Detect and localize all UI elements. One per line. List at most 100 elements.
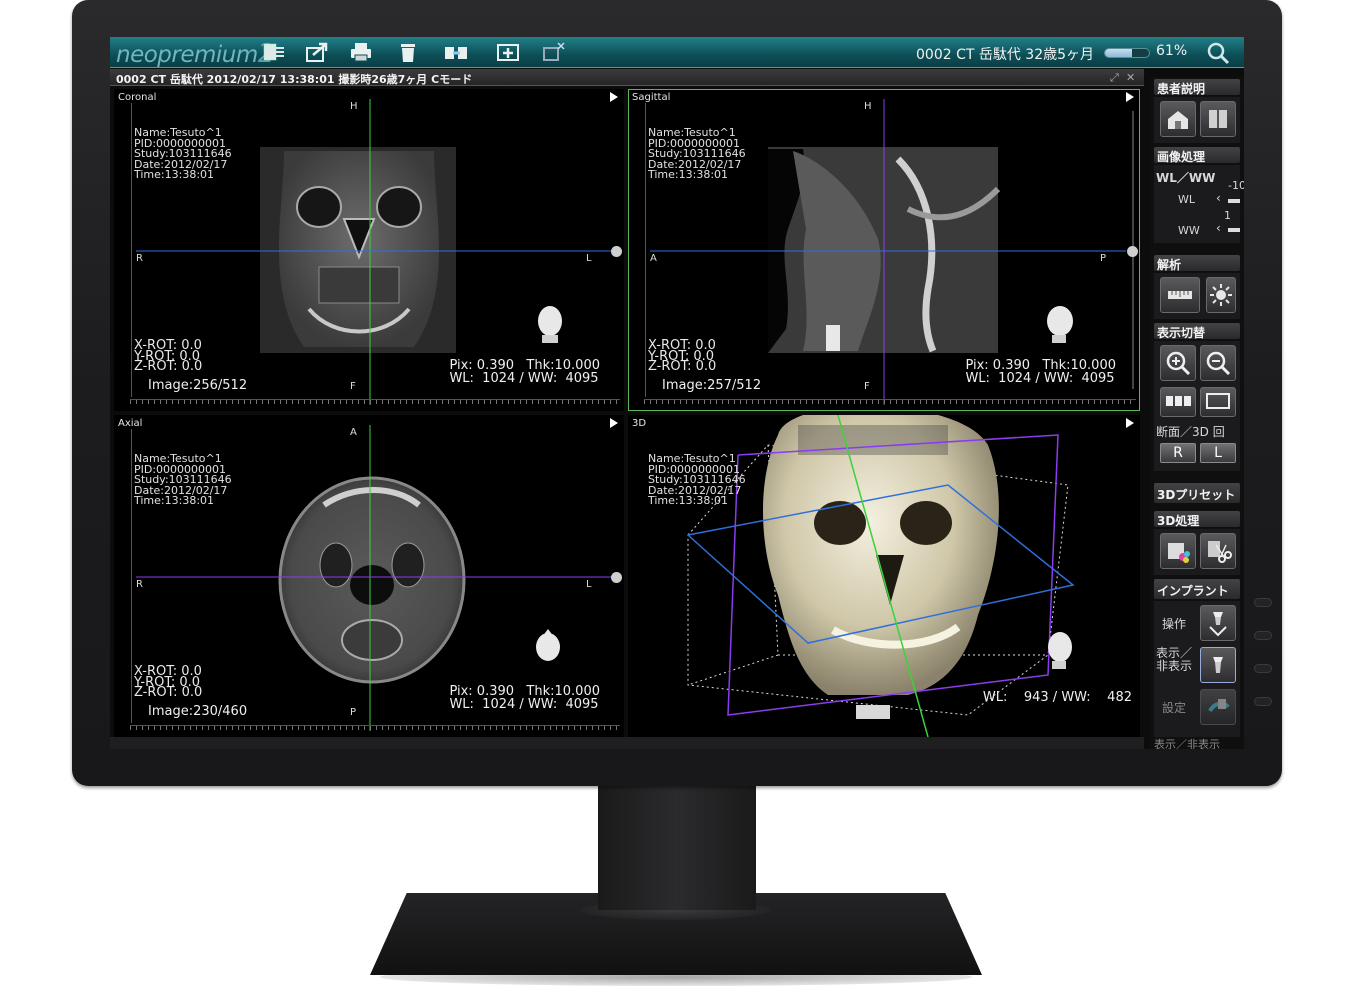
window-level-overlay: WL: 943 / WW: 482 (982, 690, 1132, 705)
patient-list-icon[interactable] (260, 41, 288, 63)
memory-usage-bar (1104, 48, 1150, 58)
viewport-axial[interactable]: Axial Name:Tesuto^1 PID:0000000001 Study:1… (114, 415, 624, 737)
ww-value: 1 (1224, 209, 1231, 222)
image-processing-body: WL／WW -10 WL ‹ 1 WW ‹ (1154, 165, 1244, 243)
rotation-overlay: X-ROT: 0.0 Y-ROT: 0.0 Z-ROT: 0.0 (134, 338, 203, 374)
color-render-icon[interactable] (1160, 533, 1196, 569)
wl-value: -10 (1228, 179, 1244, 192)
monitor-button-1[interactable] (1254, 598, 1272, 607)
orientation-top: A (350, 427, 357, 438)
viewport-coronal[interactable]: Coronal Name:Tesuto^1 PID:0000000001 Study… (114, 89, 624, 411)
thumbnail-strip[interactable] (110, 737, 1144, 749)
orientation-top: H (864, 101, 872, 112)
right-view-button[interactable]: R (1160, 443, 1196, 463)
wl-decrease-icon[interactable]: ‹ (1216, 191, 1221, 205)
wl-label: WL (1178, 193, 1196, 206)
pixel-thickness-overlay: Pix: 0.390 Thk:10.000 WL: 1024 / WW: 4095 (449, 684, 600, 712)
panel-footer-label: 表示／非表示 (1154, 738, 1220, 749)
monitor-button-3[interactable] (1254, 664, 1272, 673)
section-analysis: 解析 (1154, 255, 1240, 272)
monitor-button-4[interactable] (1254, 697, 1272, 706)
patient-info-overlay: Name:Tesuto^1 PID:0000000001 Study:1031116… (134, 126, 232, 181)
patient-info-overlay: Name:Tesuto^1 PID:0000000001 Study:1031116… (648, 452, 746, 507)
head-orientation-icon (1047, 306, 1073, 343)
maximize-icon[interactable]: ⤢ (1110, 71, 1119, 85)
zoom-out-icon[interactable] (1200, 345, 1236, 381)
orientation-left: R (136, 579, 143, 590)
head-orientation-icon (536, 629, 560, 661)
orientation-bottom: F (350, 381, 356, 392)
pixel-thickness-overlay: Pix: 0.390 Thk:10.000 WL: 1024 / WW: 4095 (965, 358, 1116, 386)
cut-scissors-icon[interactable] (1200, 533, 1236, 569)
implant-settings-icon[interactable] (1200, 689, 1236, 725)
delete-icon[interactable] (394, 41, 422, 63)
ww-label: WW (1178, 224, 1200, 237)
patient-explain-view-button[interactable] (1200, 101, 1236, 137)
export-icon[interactable] (303, 41, 331, 63)
play-icon[interactable] (1126, 92, 1134, 102)
orientation-left: A (650, 253, 657, 264)
implant-operate-icon[interactable] (1200, 605, 1236, 641)
close-icon[interactable]: ✕ (1126, 71, 1135, 84)
section-image-processing: 画像処理 (1154, 147, 1240, 164)
memory-usage-fill (1105, 49, 1132, 57)
layout-single-icon[interactable] (1200, 387, 1236, 417)
patient-explain-button[interactable] (1160, 101, 1196, 137)
wl-slider[interactable] (1228, 199, 1240, 203)
process-3d-body (1154, 529, 1240, 575)
ruler-horizontal (644, 399, 1136, 409)
patient-info-overlay: Name:Tesuto^1 PID:0000000001 Study:1031116… (648, 126, 746, 181)
analysis-body (1154, 273, 1240, 319)
slice-slider-knob[interactable] (1127, 246, 1138, 257)
layout-three-icon[interactable] (1160, 387, 1196, 417)
app-logo: neopremium2 (116, 39, 274, 69)
slice-slider-knob[interactable] (611, 572, 622, 583)
implant-show-hide-icon[interactable] (1200, 647, 1236, 683)
section-3d-label: 断面／3D 回 (1156, 425, 1225, 439)
viewport-name: Axial (118, 418, 143, 429)
monitor-photo: neopremium2 0002 CT 岳駄代 32歳5ヶ月 (0, 0, 1360, 1000)
section-implant: インプラント (1154, 579, 1240, 599)
orientation-bottom: F (864, 381, 870, 392)
play-icon[interactable] (1126, 418, 1134, 428)
measure-ruler-button[interactable] (1160, 277, 1200, 313)
ww-decrease-icon[interactable]: ‹ (1216, 221, 1221, 235)
display-switch-body: 断面／3D 回 R L (1154, 341, 1240, 471)
viewport-name: Sagittal (632, 92, 671, 103)
app-screen: neopremium2 0002 CT 岳駄代 32歳5ヶ月 (110, 37, 1244, 749)
orientation-top: H (350, 101, 358, 112)
close-view-icon[interactable] (540, 41, 568, 63)
left-view-button[interactable]: L (1200, 443, 1236, 463)
image-number: Image:257/512 (662, 378, 762, 393)
image-number: Image:256/512 (148, 378, 248, 393)
patient-header: 0002 CT 岳駄代 32歳5ヶ月 (916, 47, 1095, 63)
orientation-right: L (586, 253, 592, 264)
zoom-in-icon[interactable] (1160, 345, 1196, 381)
viewport-sagittal[interactable]: Sagittal Name:Tesuto^1 PID:0000000001 Stud… (628, 89, 1140, 411)
image-number: Image:230/460 (148, 704, 248, 719)
search-icon[interactable] (1206, 41, 1230, 65)
preset-3d-button[interactable]: 3Dプリセット (1154, 483, 1240, 503)
slice-slider-knob[interactable] (611, 246, 622, 257)
ruler-vertical (116, 103, 132, 397)
app-toolbar: neopremium2 0002 CT 岳駄代 32歳5ヶ月 (110, 37, 1244, 69)
viewport-3d[interactable]: 3D Name:Tesuto^1 PID:0000000001 Study:1031… (628, 415, 1140, 737)
implant-body: 操作 表示／ 非表示 設定 (1154, 601, 1240, 737)
series-title: 0002 CT 岳駄代 2012/02/17 13:38:01 撮影時26歳7ヶ… (116, 73, 473, 86)
wlww-title: WL／WW (1156, 171, 1216, 185)
monitor-button-2[interactable] (1254, 631, 1272, 640)
transfer-icon[interactable] (442, 41, 470, 63)
print-icon[interactable] (347, 41, 375, 63)
rotation-overlay: X-ROT: 0.0 Y-ROT: 0.0 Z-ROT: 0.0 (134, 664, 203, 700)
play-icon[interactable] (610, 418, 618, 428)
ruler-vertical (630, 103, 646, 397)
play-icon[interactable] (610, 92, 618, 102)
orientation-right: L (586, 579, 592, 590)
patient-info-overlay: Name:Tesuto^1 PID:0000000001 Study:1031116… (134, 452, 232, 507)
show-hide-label: 表示／ 非表示 (1156, 646, 1193, 673)
ww-slider[interactable] (1228, 228, 1240, 232)
brightness-icon[interactable] (1206, 277, 1236, 313)
add-series-icon[interactable] (494, 41, 522, 63)
patient-explain-body (1154, 97, 1240, 143)
ruler-horizontal (130, 725, 620, 735)
